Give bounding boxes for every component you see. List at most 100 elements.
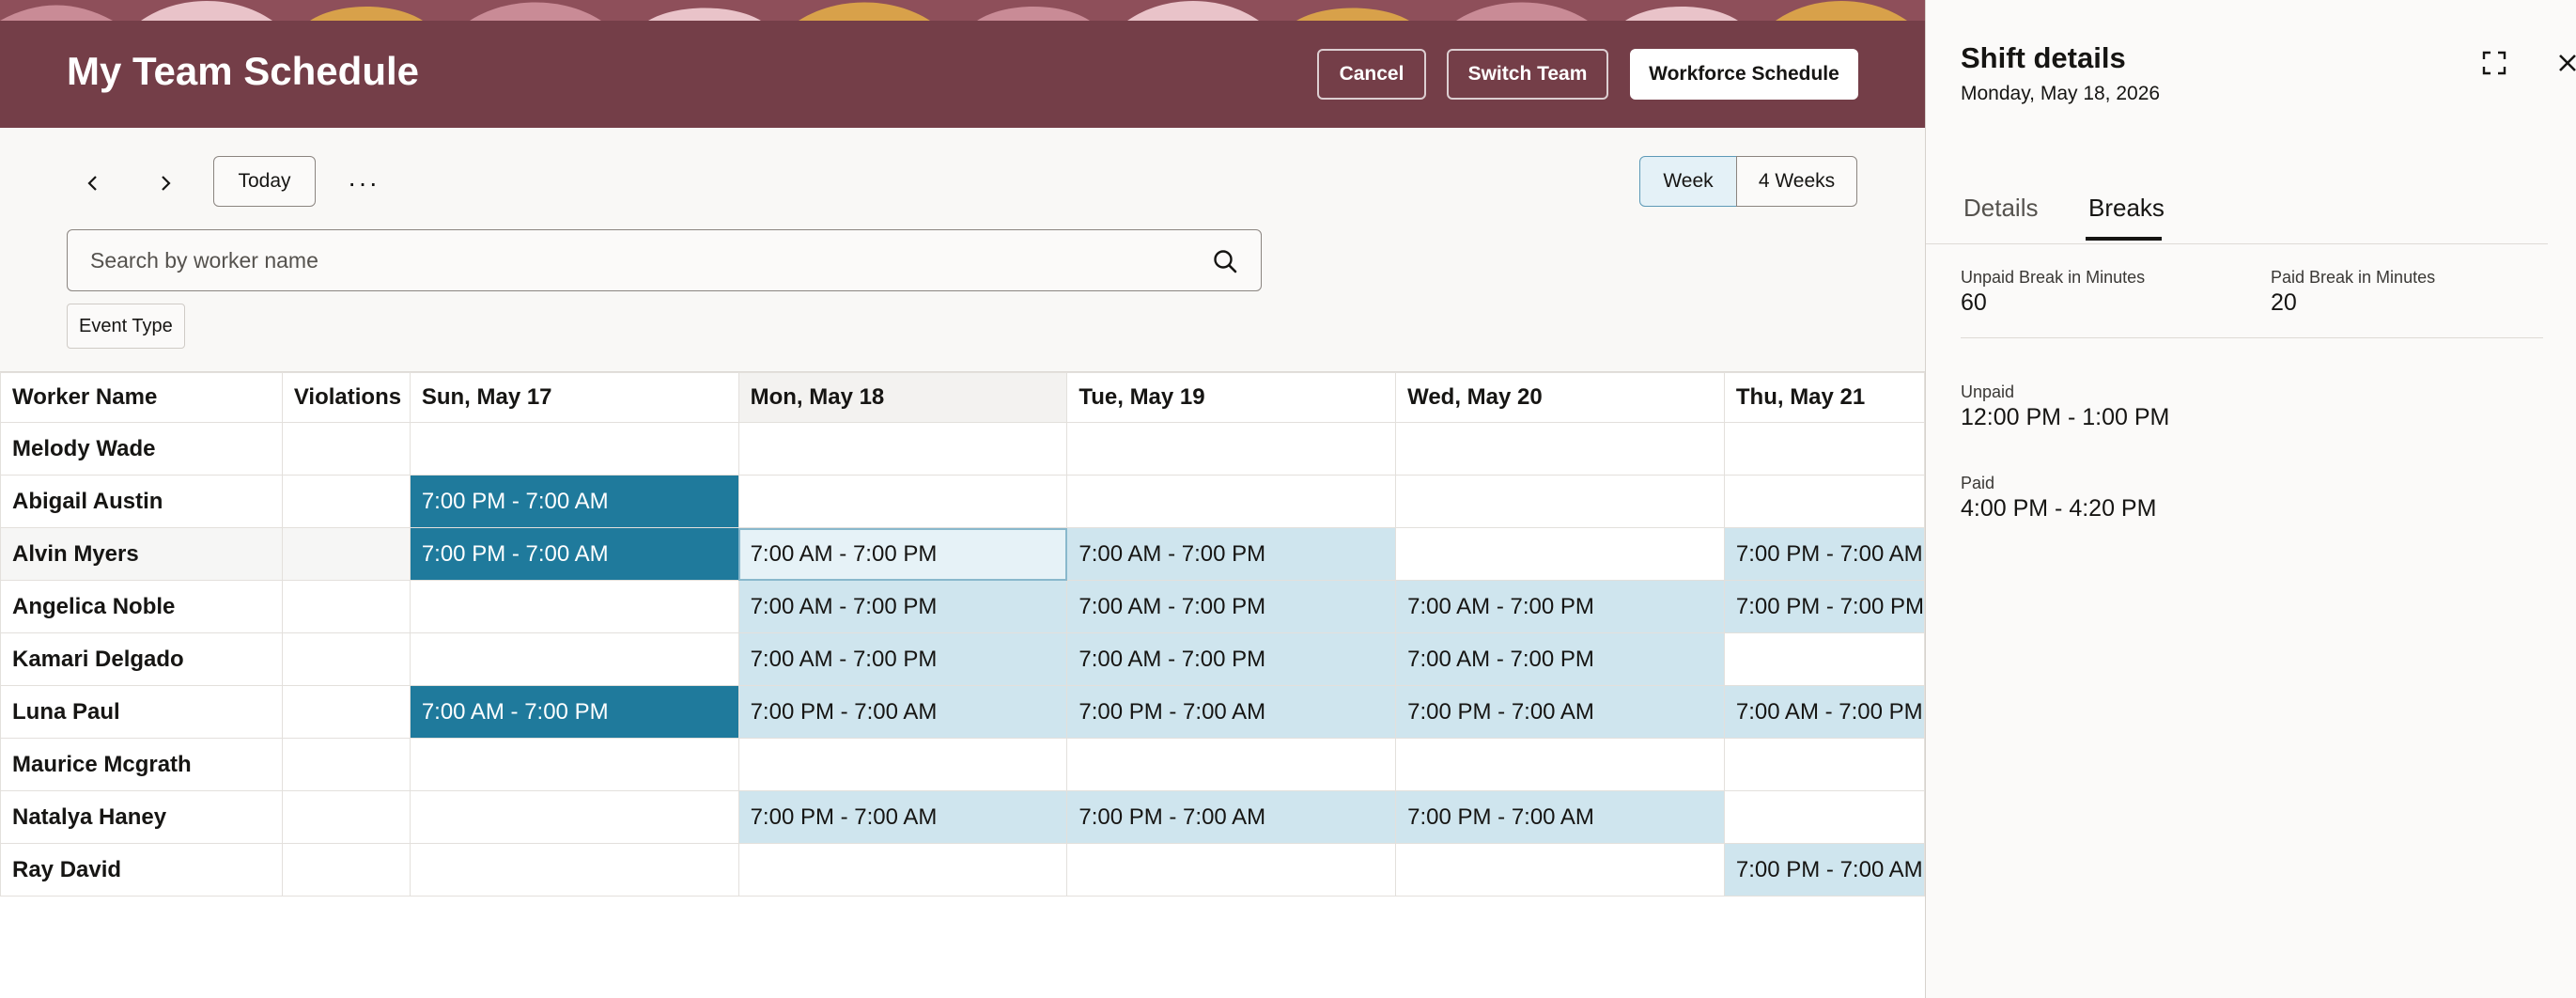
event-type-filter[interactable]: Event Type [67,304,185,349]
empty-shift-cell[interactable] [737,475,1068,528]
violations-cell [281,843,411,897]
empty-shift-cell[interactable] [1395,843,1725,897]
next-button[interactable] [139,160,192,207]
shift-cell[interactable]: 7:00 PM - 7:00 AM [737,790,1068,844]
table-row: Luna Paul 7:00 AM - 7:00 PM 7:00 PM - 7:00… [0,685,1925,739]
table-row: Abigail Austin 7:00 PM - 7:00 AM [0,475,1925,528]
previous-button[interactable] [67,160,119,207]
shift-cell[interactable]: 7:00 PM - 7:00 AM [409,475,739,528]
worker-name-cell[interactable]: Alvin Myers [0,527,283,581]
worker-name-cell[interactable]: Melody Wade [0,422,283,476]
empty-shift-cell[interactable] [1395,527,1725,581]
empty-shift-cell[interactable] [1723,632,1925,686]
empty-shift-cell[interactable] [1066,738,1397,791]
tab-bar-divider [1926,243,2548,244]
switch-team-button[interactable]: Switch Team [1447,49,1608,100]
table-row: Alvin Myers 7:00 PM - 7:00 AM 7:00 AM - 7:… [0,527,1925,581]
empty-shift-cell[interactable] [409,790,739,844]
view-week-button[interactable]: Week [1639,156,1737,207]
shift-cell[interactable]: 7:00 AM - 7:00 PM [1066,527,1397,581]
empty-shift-cell[interactable] [737,422,1068,476]
shift-cell[interactable]: 7:00 PM - 7:00 AM [1723,843,1925,897]
column-header-mon[interactable]: Mon, May 18 [737,372,1068,423]
search-icon[interactable] [1212,248,1238,274]
empty-shift-cell[interactable] [1395,475,1725,528]
empty-shift-cell[interactable] [737,738,1068,791]
empty-shift-cell[interactable] [1723,475,1925,528]
empty-shift-cell[interactable] [409,580,739,633]
today-button[interactable]: Today [213,156,316,207]
more-icon[interactable]: ··· [340,160,387,207]
break-time: 4:00 PM - 4:20 PM [1961,495,2157,522]
empty-shift-cell[interactable] [409,632,739,686]
worker-name-cell[interactable]: Abigail Austin [0,475,283,528]
shift-cell[interactable]: 7:00 AM - 7:00 PM [1395,632,1725,686]
shift-cell[interactable]: 7:00 PM - 7:00 AM [737,685,1068,739]
shift-cell[interactable]: 7:00 AM - 7:00 PM [737,632,1068,686]
empty-shift-cell[interactable] [1395,738,1725,791]
empty-shift-cell[interactable] [1395,422,1725,476]
shift-cell[interactable]: 7:00 PM - 7:00 AM [1723,527,1925,581]
chevron-right-icon [162,176,171,191]
shift-details-panel: Shift details Monday, May 18, 2026 Detai… [1925,0,2576,998]
shift-cell[interactable]: 7:00 AM - 7:00 PM [1723,685,1925,739]
break-type-label: Unpaid [1961,382,2015,401]
paid-break-label: Paid Break in Minutes [2271,268,2436,287]
column-header-worker[interactable]: Worker Name [0,372,283,423]
table-row: Melody Wade [0,422,1925,476]
shift-cell[interactable]: 7:00 PM - 7:00 AM [1395,790,1725,844]
empty-shift-cell[interactable] [1723,422,1925,476]
worker-name-cell[interactable]: Angelica Noble [0,580,283,633]
column-header-thu[interactable]: Thu, May 21 [1723,372,1925,423]
close-icon[interactable] [2553,49,2576,77]
empty-shift-cell[interactable] [737,843,1068,897]
shift-cell[interactable]: 7:00 PM - 7:00 AM [1066,685,1397,739]
empty-shift-cell[interactable] [409,738,739,791]
violations-cell [281,790,411,844]
empty-shift-cell[interactable] [409,422,739,476]
empty-shift-cell[interactable] [409,843,739,897]
shift-cell[interactable]: 7:00 PM - 7:00 AM [1066,790,1397,844]
table-row: Angelica Noble 7:00 AM - 7:00 PM 7:00 AM -… [0,580,1925,633]
violations-cell [281,685,411,739]
tab-details[interactable]: Details [1963,194,2038,223]
empty-shift-cell[interactable] [1723,790,1925,844]
panel-date: Monday, May 18, 2026 [1961,83,2161,104]
table-row: Ray David 7:00 PM - 7:00 AM [0,843,1925,897]
header-row: Worker Name Violations Sun, May 17 Mon, … [0,372,1925,423]
violations-cell [281,632,411,686]
column-header-tue[interactable]: Tue, May 19 [1066,372,1397,423]
cancel-button[interactable]: Cancel [1317,49,1426,100]
shift-cell[interactable]: 7:00 PM - 7:00 PM [1723,580,1925,633]
expand-icon[interactable] [2480,49,2508,77]
break-time: 12:00 PM - 1:00 PM [1961,404,2170,430]
column-header-wed[interactable]: Wed, May 20 [1395,372,1725,423]
shift-cell[interactable]: 7:00 PM - 7:00 AM [1395,685,1725,739]
shift-cell[interactable]: 7:00 AM - 7:00 PM [737,580,1068,633]
workforce-schedule-button[interactable]: Workforce Schedule [1630,49,1858,100]
empty-shift-cell[interactable] [1066,843,1397,897]
search-box [67,229,1262,291]
worker-name-cell[interactable]: Natalya Haney [0,790,283,844]
column-header-violations[interactable]: Violations [281,372,411,423]
search-input[interactable] [90,230,1199,290]
empty-shift-cell[interactable] [1066,422,1397,476]
tab-breaks[interactable]: Breaks [2088,194,2165,223]
worker-name-cell[interactable]: Luna Paul [0,685,283,739]
shift-cell[interactable]: 7:00 AM - 7:00 PM [737,527,1068,581]
shift-cell[interactable]: 7:00 PM - 7:00 AM [409,527,739,581]
empty-shift-cell[interactable] [1066,475,1397,528]
table-row: Natalya Haney 7:00 PM - 7:00 AM 7:00 PM - … [0,790,1925,844]
worker-name-cell[interactable]: Ray David [0,843,283,897]
empty-shift-cell[interactable] [1723,738,1925,791]
view-4-weeks-button[interactable]: 4 Weeks [1736,156,1857,207]
page-header: My Team Schedule Cancel Switch Team Work… [0,0,1925,128]
shift-cell[interactable]: 7:00 AM - 7:00 PM [1395,580,1725,633]
worker-name-cell[interactable]: Maurice Mcgrath [0,738,283,791]
shift-cell[interactable]: 7:00 AM - 7:00 PM [1066,580,1397,633]
shift-cell[interactable]: 7:00 AM - 7:00 PM [409,685,739,739]
worker-name-cell[interactable]: Kamari Delgado [0,632,283,686]
page-title: My Team Schedule [67,49,420,93]
column-header-sun[interactable]: Sun, May 17 [409,372,739,423]
shift-cell[interactable]: 7:00 AM - 7:00 PM [1066,632,1397,686]
